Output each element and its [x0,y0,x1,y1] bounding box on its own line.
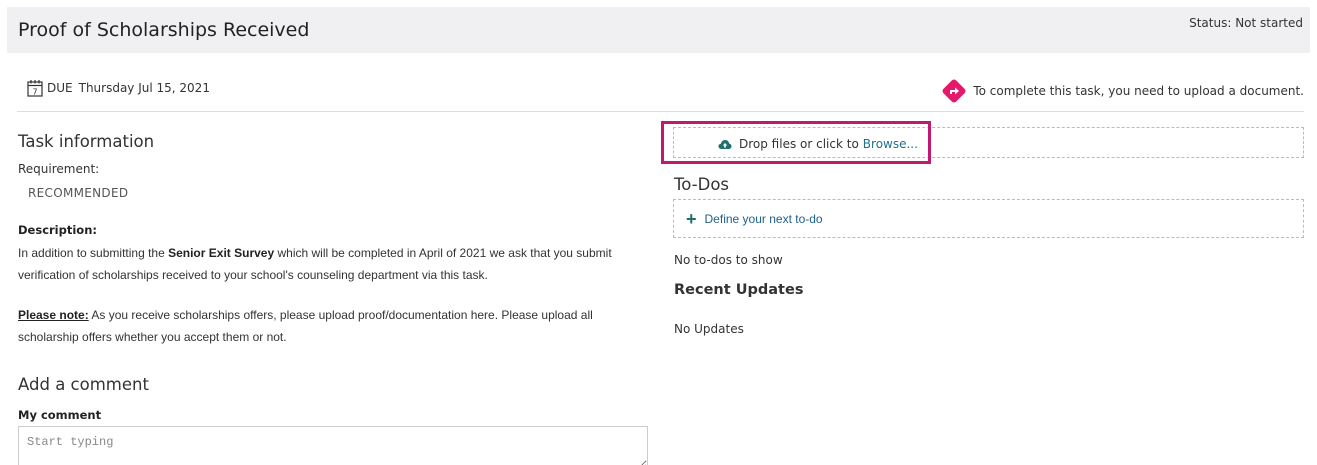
page-header: Proof of Scholarships Received Status: N… [7,7,1310,53]
description-paragraph-2: Please note: As you receive scholarships… [18,308,593,344]
task-info-title: Task information [18,132,155,151]
dropzone-text: Drop files or click to [739,137,859,151]
add-todo-button[interactable]: + Define your next to-do [673,199,1304,238]
description-paragraph-1: In addition to submitting the Senior Exi… [18,246,612,282]
my-comment-label: My comment [18,408,102,422]
add-todo-content: + Define your next to-do [686,209,823,229]
no-todos-text: No to-dos to show [674,253,783,267]
file-dropzone[interactable]: Drop files or click to Browse... [673,127,1304,158]
dropzone-content: Drop files or click to Browse... [718,137,918,151]
requirement-value: RECOMMENDED [28,186,129,200]
description-label: Description: [18,223,97,237]
recent-updates-title: Recent Updates [674,282,804,298]
plus-icon: + [686,209,697,229]
upload-hint-text: To complete this task, you need to uploa… [973,84,1304,98]
due-label: DUE [47,81,73,95]
status-badge: Status: Not started [1189,16,1303,30]
comment-textarea[interactable] [18,426,648,465]
cloud-upload-icon [718,139,732,149]
calendar-icon: 7 [27,80,43,97]
task-info-section: Task information Requirement: RECOMMENDE… [18,132,648,465]
divider [17,111,1304,112]
requirement-label: Requirement: [18,162,100,176]
diamond-arrow-icon [942,79,966,103]
svg-text:7: 7 [32,88,37,97]
comment-title: Add a comment [18,375,149,394]
due-date: 7 DUE Thursday Jul 15, 2021 [27,79,210,97]
browse-link[interactable]: Browse... [863,137,918,151]
page-title: Proof of Scholarships Received [18,19,310,41]
no-updates-text: No Updates [674,322,744,336]
add-todo-label: Define your next to-do [704,212,823,226]
upload-hint: To complete this task, you need to uploa… [941,78,1304,104]
due-date-value: Thursday Jul 15, 2021 [78,81,210,95]
todos-title: To-Dos [674,175,730,194]
